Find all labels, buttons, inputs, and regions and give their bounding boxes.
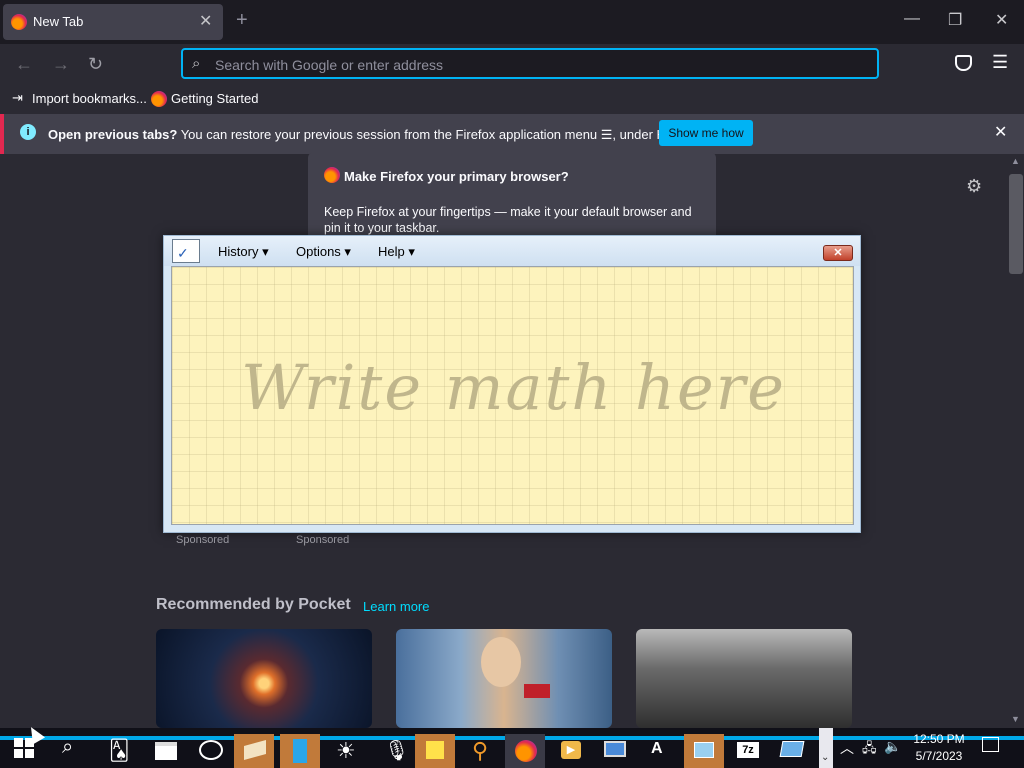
notification-body: You can restore your previous session fr… bbox=[180, 127, 700, 142]
prompt-body: Keep Firefox at your fingertips — make i… bbox=[324, 205, 692, 235]
book-taskbar-icon[interactable] bbox=[234, 734, 274, 768]
brightness-taskbar-icon[interactable]: ☀ bbox=[325, 734, 365, 768]
writing-area[interactable]: Write math here bbox=[171, 266, 854, 525]
back-icon[interactable]: ← bbox=[15, 54, 33, 75]
bookmark-getting-started[interactable]: Getting Started bbox=[171, 91, 258, 106]
scrollbar-thumb[interactable] bbox=[1009, 174, 1023, 274]
control-panel-taskbar-icon[interactable] bbox=[684, 734, 724, 768]
firefox-logo-icon bbox=[324, 167, 340, 183]
file-explorer-taskbar-icon[interactable] bbox=[145, 734, 185, 768]
restore-button[interactable]: ❐ bbox=[948, 10, 962, 30]
firefox-taskbar-icon[interactable] bbox=[505, 734, 545, 768]
computer-management-taskbar-icon[interactable] bbox=[595, 734, 635, 768]
tab-strip: New Tab ✕ + — ❐ ✕ bbox=[0, 0, 1024, 44]
menu-history-label: History bbox=[218, 244, 259, 259]
show-hidden-icons-icon[interactable]: ︿ bbox=[840, 738, 854, 758]
close-window-button[interactable]: ✕ bbox=[995, 10, 1008, 30]
search-icon: ⌕ bbox=[192, 55, 201, 72]
magnifier-taskbar-icon[interactable]: ⚲ bbox=[460, 734, 500, 768]
restore-session-notification: i Open previous tabs? You can restore yo… bbox=[0, 114, 1024, 154]
firefox-logo-icon bbox=[11, 14, 27, 30]
pocket-story-card[interactable] bbox=[636, 629, 852, 728]
volume-icon[interactable]: 🔈 bbox=[884, 738, 901, 755]
search-icon[interactable]: ⌕ bbox=[62, 736, 73, 759]
notification-text: Open previous tabs? You can restore your… bbox=[48, 127, 700, 143]
prompt-title: Make Firefox your primary browser? bbox=[344, 169, 569, 184]
sponsored-label: Sponsored bbox=[296, 534, 350, 546]
font-taskbar-icon[interactable]: A bbox=[640, 734, 680, 768]
remote-desktop-taskbar-icon[interactable] bbox=[772, 734, 812, 768]
solitaire-taskbar-icon[interactable]: 🂡 bbox=[100, 734, 140, 768]
close-notification-icon[interactable]: ✕ bbox=[994, 122, 1007, 142]
minimize-button[interactable]: — bbox=[904, 10, 920, 28]
scroll-down-icon[interactable]: ▼ bbox=[1011, 714, 1020, 724]
menu-help[interactable]: Help ▾ bbox=[378, 244, 415, 260]
clock[interactable]: 12:50 PM 5/7/2023 bbox=[905, 731, 973, 765]
network-icon[interactable]: 🖧 bbox=[862, 739, 877, 761]
photos-taskbar-icon[interactable] bbox=[190, 734, 230, 768]
address-bar[interactable]: ⌕ Search with Google or enter address bbox=[181, 48, 879, 79]
person-image bbox=[481, 637, 521, 687]
close-button[interactable]: ✕ bbox=[823, 245, 853, 261]
checkmark-pen-icon: ✓ bbox=[177, 245, 189, 261]
sponsored-label: Sponsored bbox=[176, 534, 230, 546]
taskbar-overflow-button[interactable]: ⌄ bbox=[819, 728, 833, 768]
microphone-taskbar-icon[interactable]: 🎙 bbox=[370, 734, 410, 768]
math-input-panel: ✓ History ▾ Options ▾ Help ▾ ✕ Write mat… bbox=[163, 235, 861, 533]
scroll-up-icon[interactable]: ▲ bbox=[1011, 156, 1020, 166]
pocket-icon[interactable] bbox=[955, 55, 972, 71]
info-icon: i bbox=[20, 124, 36, 140]
menu-history[interactable]: History ▾ bbox=[218, 244, 269, 260]
app-menu-icon[interactable]: ☰ bbox=[992, 52, 1008, 73]
import-icon: ⇥ bbox=[12, 90, 23, 105]
7zip-taskbar-icon[interactable]: 7z bbox=[728, 734, 768, 768]
new-tab-button[interactable]: + bbox=[236, 9, 248, 32]
media-player-taskbar-icon[interactable]: ▶ bbox=[550, 734, 590, 768]
menu-help-label: Help bbox=[378, 244, 405, 259]
close-tab-icon[interactable]: ✕ bbox=[199, 11, 212, 31]
learn-more-link[interactable]: Learn more bbox=[363, 599, 429, 614]
show-me-how-button[interactable]: Show me how bbox=[659, 120, 753, 146]
credit-card-image bbox=[524, 684, 550, 698]
menu-options[interactable]: Options ▾ bbox=[296, 244, 351, 260]
reload-icon[interactable]: ↻ bbox=[88, 54, 103, 75]
pocket-story-card[interactable] bbox=[156, 629, 372, 728]
writing-hint: Write math here bbox=[241, 351, 786, 424]
pocket-story-card[interactable] bbox=[396, 629, 612, 728]
clock-time: 12:50 PM bbox=[913, 732, 965, 746]
math-input-titlebar: ✓ History ▾ Options ▾ Help ▾ ✕ bbox=[164, 236, 860, 266]
window-taskbar-icon[interactable] bbox=[280, 734, 320, 768]
sticky-notes-taskbar-icon[interactable] bbox=[415, 734, 455, 768]
math-input-app-icon: ✓ bbox=[172, 239, 200, 263]
bookmarks-toolbar: ⇥ Import bookmarks... Getting Started bbox=[0, 84, 1024, 114]
menu-options-label: Options bbox=[296, 244, 341, 259]
tab-new-tab[interactable]: New Tab ✕ bbox=[3, 4, 223, 40]
settings-gear-icon[interactable]: ⚙ bbox=[966, 176, 982, 197]
firefox-logo-icon bbox=[151, 91, 167, 107]
tab-title: New Tab bbox=[33, 14, 84, 29]
notification-title: Open previous tabs? bbox=[48, 127, 178, 142]
address-placeholder: Search with Google or enter address bbox=[215, 57, 444, 73]
forward-icon[interactable]: → bbox=[52, 54, 70, 75]
bookmark-import[interactable]: Import bookmarks... bbox=[32, 91, 147, 106]
clock-date: 5/7/2023 bbox=[915, 749, 963, 763]
notification-center-icon[interactable] bbox=[982, 737, 999, 752]
pocket-heading: Recommended by Pocket bbox=[156, 596, 351, 613]
scrollbar[interactable]: ▲ ▼ bbox=[1008, 154, 1024, 728]
